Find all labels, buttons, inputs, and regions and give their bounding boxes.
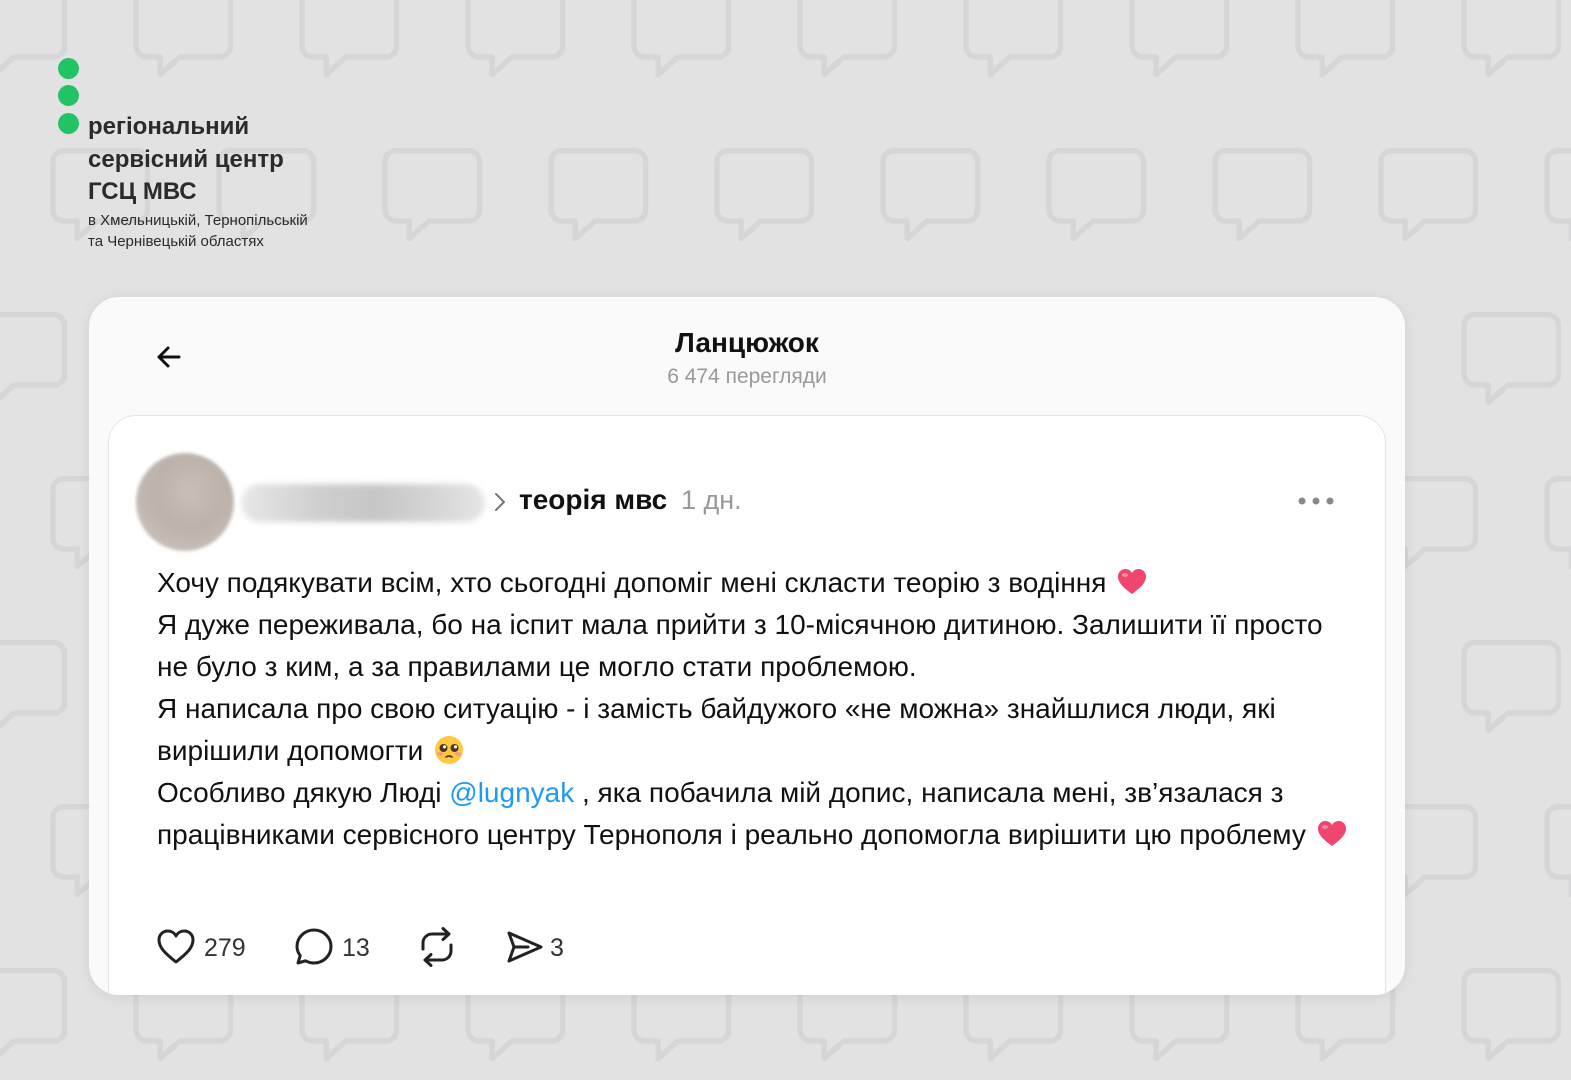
background-bubble-icon (1547, 479, 1571, 567)
heart-icon (157, 929, 195, 964)
username-blurred[interactable] (241, 484, 485, 522)
post-body: Хочу подякувати всім, хто сьогодні допом… (157, 562, 1357, 856)
background-bubble-icon (1464, 643, 1559, 731)
avatar[interactable] (136, 453, 234, 551)
background-bubble-icon (1464, 971, 1559, 1059)
background-bubble-icon (0, 971, 65, 1059)
share-button[interactable]: 3 (506, 925, 576, 969)
background-bubble-icon (634, 0, 729, 75)
background-bubble-icon (1547, 807, 1571, 895)
background-bubble-icon (468, 0, 563, 75)
logo-dot-icon (58, 85, 79, 106)
background-bubble-icon (1464, 315, 1559, 403)
like-count: 279 (204, 934, 246, 962)
logo-line-3: ГСЦ МВС (88, 178, 197, 205)
logo-region-line-2: та Чернівецькій областях (88, 233, 264, 250)
background-bubble-icon (1464, 0, 1559, 75)
topic-link[interactable]: теорія мвс (519, 484, 667, 516)
repost-icon (421, 927, 453, 967)
send-icon (507, 931, 543, 963)
comment-count: 13 (342, 934, 370, 962)
thread-card: Ланцюжок 6 474 перегляди теорія мвс 1 дн… (89, 297, 1405, 995)
post-actions: 279 13 3 (156, 925, 756, 969)
background-bubble-icon (717, 151, 812, 239)
share-count: 3 (550, 934, 564, 962)
comment-icon (295, 928, 333, 965)
repost-button[interactable] (416, 925, 466, 969)
heart-emoji-icon (1118, 569, 1147, 594)
logo-dot-icon (58, 58, 79, 79)
like-button[interactable]: 279 (156, 925, 256, 969)
heart-emoji-icon (1317, 821, 1346, 846)
post-paragraph: Я дуже переживала, бо на іспит мала прий… (157, 609, 1323, 682)
background-bubble-icon (1381, 151, 1476, 239)
page-title: Ланцюжок (675, 327, 819, 358)
chevron-right-icon (495, 493, 505, 511)
background-bubble-icon (385, 151, 480, 239)
post-paragraph: Я написала про свою ситуацію - і замість… (157, 693, 1276, 766)
post-time: 1 дн. (681, 485, 742, 515)
background-bubble-icon (1298, 0, 1393, 75)
more-options-button[interactable] (1295, 486, 1337, 516)
background-bubble-icon (0, 643, 65, 731)
logo-dot-icon (58, 113, 79, 134)
post-paragraph: Хочу подякувати всім, хто сьогодні допом… (157, 562, 1357, 604)
background-bubble-icon (0, 0, 65, 75)
background-bubble-icon (966, 0, 1061, 75)
post-paragraph: Особливо дякую Люді @lugnyak , яка побач… (157, 772, 1357, 856)
logo-region-line-1: в Хмельницькій, Тернопільській (88, 212, 308, 229)
pleading-face-emoji-icon (435, 736, 464, 764)
service-center-logo: регіональний сервісний центр ГСЦ МВС в Х… (58, 58, 378, 258)
mention-link[interactable]: @lugnyak (449, 777, 574, 808)
background-bubble-icon (1547, 151, 1571, 239)
comment-button[interactable]: 13 (294, 925, 384, 969)
background-bubble-icon (1049, 151, 1144, 239)
logo-line-2: сервісний центр (88, 146, 284, 173)
more-horizontal-icon (1298, 497, 1334, 505)
view-count: 6 474 перегляди (667, 365, 827, 388)
background-bubble-icon (800, 0, 895, 75)
background-bubble-icon (551, 151, 646, 239)
background-bubble-icon (1215, 151, 1310, 239)
logo-line-1: регіональний (88, 113, 250, 140)
background-bubble-icon (883, 151, 978, 239)
post: теорія мвс 1 дн. Хочу подякувати всім, х… (108, 415, 1386, 995)
background-bubble-icon (1132, 0, 1227, 75)
background-bubble-icon (0, 315, 65, 403)
